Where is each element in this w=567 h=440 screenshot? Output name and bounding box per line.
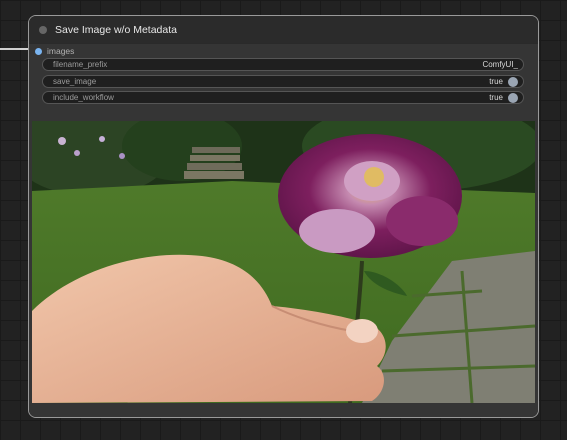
- widget-value: true: [489, 92, 518, 103]
- node-collapse-dot[interactable]: [39, 25, 47, 34]
- widget-value: ComfyUI_: [482, 60, 518, 69]
- widget-label: save_image: [53, 77, 97, 86]
- widget-include-workflow[interactable]: include_workflow true: [42, 91, 524, 104]
- widget-label: include_workflow: [53, 93, 114, 102]
- widget-label: filename_prefix: [53, 60, 108, 69]
- widget-filename-prefix[interactable]: filename_prefix ComfyUI_: [42, 58, 524, 71]
- input-slot-images[interactable]: images: [29, 45, 74, 57]
- toggle-icon[interactable]: [508, 76, 518, 87]
- flower-photo-image: [32, 121, 535, 403]
- widget-save-image[interactable]: save_image true: [42, 75, 524, 88]
- toggle-icon[interactable]: [508, 92, 518, 103]
- node-footer: [29, 403, 538, 417]
- node-header[interactable]: Save Image w/o Metadata: [29, 16, 538, 44]
- image-preview: [32, 121, 535, 403]
- save-image-node[interactable]: Save Image w/o Metadata images filename_…: [28, 15, 539, 418]
- input-slot-dot[interactable]: [35, 47, 42, 55]
- widget-value: true: [489, 76, 518, 87]
- input-slot-label: images: [47, 46, 75, 56]
- node-title: Save Image w/o Metadata: [55, 23, 177, 36]
